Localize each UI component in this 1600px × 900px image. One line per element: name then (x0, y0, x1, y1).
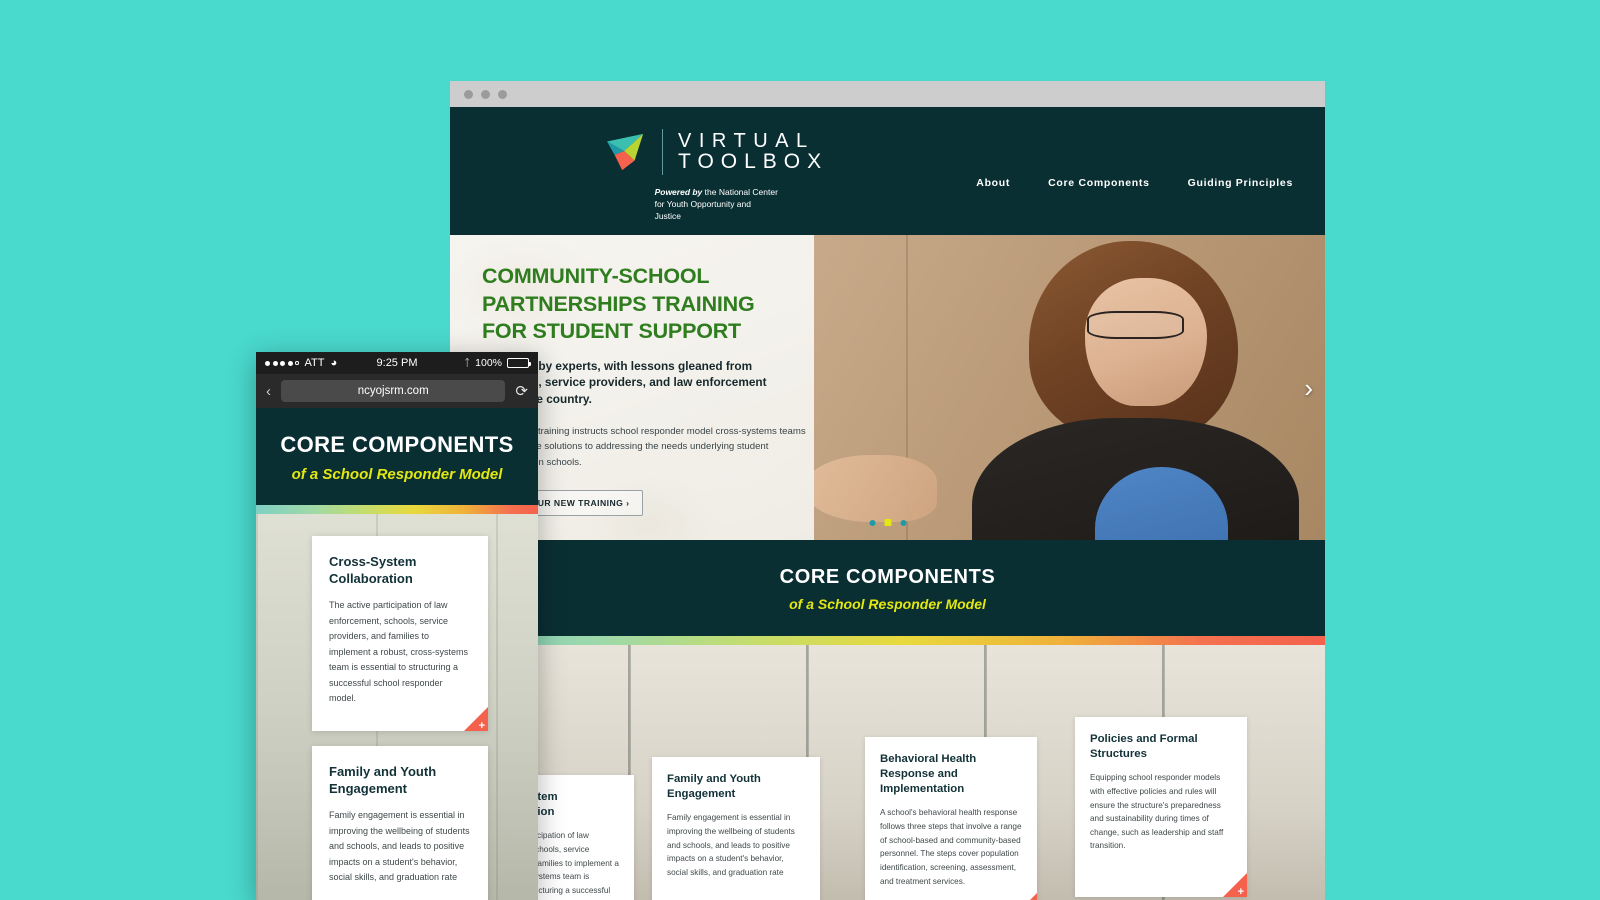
card-body: Family engagement is essential in improv… (329, 810, 470, 883)
mobile-gradient-divider-bar (256, 505, 538, 514)
card-body: The active participation of law enforcem… (329, 600, 469, 704)
core-components-band: CORE COMPONENTS of a School Responder Mo… (450, 540, 1325, 636)
core-components-title: CORE COMPONENTS (779, 566, 996, 588)
hero-title: COMMUNITY-SCHOOL PARTNERSHIPS TRAINING F… (482, 264, 755, 344)
wifi-icon: ◕ (330, 357, 338, 369)
phone-browser-urlbar: ‹ ncyojsrm.com ⟳ (256, 374, 538, 408)
signal-strength-icon (265, 360, 299, 366)
card-title: Cross-System Collaboration (329, 554, 417, 587)
chevron-left-icon[interactable]: ‹ (266, 384, 271, 399)
card-title: Policies and Formal Structures (1090, 733, 1198, 761)
card-body: A school's behavioral health response fo… (880, 808, 1022, 886)
reload-icon[interactable]: ⟳ (515, 384, 528, 399)
triangle-logo-icon (606, 133, 644, 171)
powered-by-line2: for Youth Opportunity and Justice (654, 199, 751, 222)
powered-by-text: Powered by the National Center for Youth… (655, 186, 779, 222)
mobile-core-components-band: CORE COMPONENTS of a School Responder Mo… (256, 408, 538, 505)
status-right-group: ᛏ 100% (464, 357, 531, 369)
photo-arm (814, 454, 937, 522)
mobile-phone-mockup: ATT ◕ 9:25 PM ᛏ 100% ‹ ncyojsrm.com ⟳ CO… (256, 352, 538, 900)
component-card[interactable]: Family and Youth Engagement Family engag… (652, 757, 820, 900)
main-nav: About Core Components Guiding Principles (976, 177, 1293, 189)
card-expand-corner[interactable] (1013, 893, 1037, 900)
mobile-core-components-subtitle: of a School Responder Model (291, 466, 503, 483)
photo-glasses (1087, 311, 1185, 339)
carrier-label: ATT (304, 357, 325, 369)
window-close-button[interactable] (464, 89, 473, 99)
powered-by-prefix: Powered by (654, 187, 703, 197)
photo-face (1084, 277, 1208, 406)
url-input[interactable]: ncyojsrm.com (281, 380, 506, 402)
powered-by-rest: the National Center (702, 187, 778, 197)
carousel-dot-1[interactable] (869, 519, 875, 526)
chevron-right-icon[interactable]: › (1304, 375, 1313, 401)
card-body: Equipping school responder models with e… (1090, 773, 1224, 851)
site-header: VIRTUAL TOOLBOX Powered by the National … (450, 107, 1325, 235)
phone-status-bar: ATT ◕ 9:25 PM ᛏ 100% (256, 352, 538, 374)
nav-core-components[interactable]: Core Components (1048, 177, 1150, 189)
status-time: 9:25 PM (376, 357, 418, 369)
phone-viewport: CORE COMPONENTS of a School Responder Mo… (256, 408, 538, 900)
mobile-component-card[interactable]: Family and Youth Engagement Family engag… (312, 746, 488, 900)
carousel-dot-2-active[interactable] (884, 519, 891, 526)
carousel-dots (869, 519, 906, 526)
browser-window: VIRTUAL TOOLBOX Powered by the National … (450, 81, 1325, 900)
window-minimize-button[interactable] (481, 89, 490, 99)
component-card[interactable]: Policies and Formal Structures Equipping… (1075, 717, 1247, 897)
browser-titlebar (450, 81, 1325, 107)
card-title: Family and Youth Engagement (667, 773, 761, 801)
carousel-dot-3[interactable] (900, 519, 906, 526)
nav-about[interactable]: About (976, 177, 1010, 189)
wordmark-line2: TOOLBOX (678, 150, 829, 174)
bluetooth-icon: ᛏ (464, 357, 471, 369)
battery-icon (507, 358, 531, 368)
card-title: Family and Youth Engagement (329, 764, 437, 797)
brand-row: VIRTUAL TOOLBOX (605, 129, 828, 175)
wordmark-line1: VIRTUAL (678, 130, 815, 153)
card-body: Family engagement is essential in improv… (667, 813, 795, 877)
component-card[interactable]: Behavioral Health Response and Implement… (865, 737, 1037, 900)
plus-icon[interactable]: + (1238, 887, 1244, 898)
mobile-cards-section: Cross-System Collaboration The active pa… (256, 514, 538, 900)
hero-carousel: COMMUNITY-SCHOOL PARTNERSHIPS TRAINING F… (450, 235, 1325, 540)
battery-percent-label: 100% (475, 357, 502, 369)
plus-icon[interactable]: + (479, 721, 485, 732)
mobile-component-card[interactable]: Cross-System Collaboration The active pa… (312, 536, 488, 731)
brand-block[interactable]: VIRTUAL TOOLBOX Powered by the National … (605, 129, 828, 222)
brand-divider (662, 129, 663, 175)
window-maximize-button[interactable] (498, 89, 507, 99)
core-components-cards-section: Cross-System Collaboration The active pa… (450, 645, 1325, 900)
gradient-divider-bar (450, 636, 1325, 645)
hero-photo-panel: › (814, 235, 1325, 540)
core-components-subtitle: of a School Responder Model (789, 596, 986, 612)
mobile-core-components-title: CORE COMPONENTS (280, 432, 514, 457)
wordmark: VIRTUAL TOOLBOX (678, 131, 828, 173)
card-title: Behavioral Health Response and Implement… (880, 753, 977, 796)
nav-guiding-principles[interactable]: Guiding Principles (1188, 177, 1293, 189)
